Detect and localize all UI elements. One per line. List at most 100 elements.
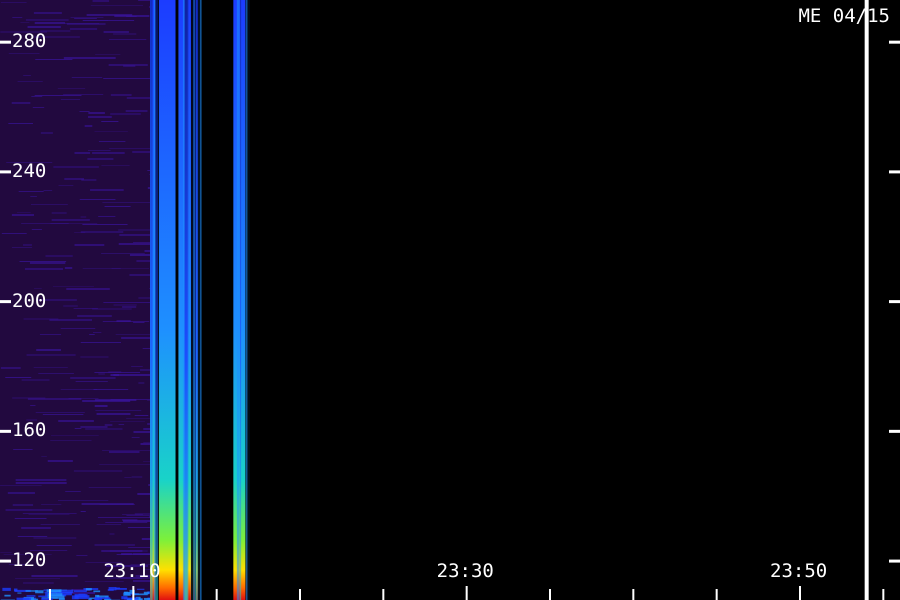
noise-streak <box>147 170 150 171</box>
y-tick-left <box>0 170 11 174</box>
noise-streak <box>103 302 150 303</box>
noise-streak <box>92 0 110 2</box>
noise-streak <box>38 373 74 374</box>
noise-streak <box>33 537 77 539</box>
noise-streak <box>66 288 110 290</box>
noise-streak <box>75 381 108 382</box>
noise-streak <box>31 96 43 97</box>
noise-streak <box>133 242 150 243</box>
noise-streak <box>12 397 46 399</box>
noise-streak <box>131 366 143 367</box>
noise-streak <box>74 152 91 154</box>
noise-streak <box>15 578 61 579</box>
noise-streak <box>19 261 67 262</box>
noise-streak <box>28 514 70 515</box>
noise-streak <box>139 369 150 371</box>
burst-2 <box>233 0 252 600</box>
noise-streak <box>92 332 102 333</box>
noise-streak <box>40 524 80 525</box>
noise-streak <box>23 244 32 246</box>
noise-streak <box>26 354 76 356</box>
noise-streak <box>113 374 120 376</box>
noise-low-band <box>85 588 92 591</box>
noise-streak <box>73 470 123 472</box>
noise-streak <box>0 2 27 3</box>
noise-streak <box>128 547 150 548</box>
noise-streak <box>143 428 150 430</box>
burst-striation <box>240 0 242 600</box>
noise-streak <box>36 545 72 546</box>
noise-streak <box>138 382 145 384</box>
noise-streak <box>88 150 111 151</box>
noise-streak <box>119 234 150 236</box>
x-tick <box>799 586 801 600</box>
y-tick-right <box>889 559 900 563</box>
x-tick <box>632 589 635 600</box>
noise-streak <box>76 555 88 556</box>
noise-streak <box>34 288 42 289</box>
noise-low-band <box>133 593 148 596</box>
noise-streak <box>25 19 69 21</box>
noise-streak <box>17 212 31 213</box>
noise-streak <box>109 550 148 552</box>
noise-streak <box>39 334 62 335</box>
noise-streak <box>102 450 150 451</box>
noise-streak <box>96 524 122 525</box>
noise-streak <box>90 5 144 6</box>
noise-streak <box>34 22 65 24</box>
x-tick-label: 23:30 <box>436 560 494 582</box>
noise-streak <box>138 297 150 299</box>
noise-streak <box>109 148 150 149</box>
spectrogram-plot <box>0 0 900 600</box>
noise-streak <box>36 349 61 351</box>
noise-low-band <box>96 597 111 599</box>
noise-streak <box>147 423 150 425</box>
noise-streak <box>88 487 132 488</box>
noise-streak <box>32 107 45 108</box>
noise-streak <box>116 554 150 555</box>
noise-streak <box>104 206 131 207</box>
noise-streak <box>97 517 150 518</box>
noise-streak <box>99 20 109 21</box>
noise-streak <box>80 342 122 343</box>
noise-streak <box>82 400 131 402</box>
noise-streak <box>27 26 61 28</box>
noise-streak <box>87 158 114 160</box>
noise-low-band <box>93 590 101 593</box>
y-tick-right <box>889 170 900 174</box>
noise-streak <box>22 513 77 514</box>
noise-low-band <box>107 589 114 591</box>
x-tick <box>465 586 468 600</box>
noise-streak <box>96 413 131 415</box>
noise-streak <box>60 389 98 390</box>
noise-streak <box>20 22 30 23</box>
noise-streak <box>63 57 116 59</box>
noise-streak <box>126 97 150 99</box>
noise-streak <box>7 492 35 494</box>
noise-streak <box>80 511 86 512</box>
station-date-label: ME 04/15 <box>798 5 890 27</box>
noise-streak <box>12 17 23 18</box>
burst-striation <box>247 0 251 600</box>
noise-streak <box>102 321 150 322</box>
noise-streak <box>88 112 105 114</box>
noise-streak <box>133 322 145 323</box>
noise-streak <box>118 229 150 231</box>
noise-streak <box>103 31 129 33</box>
noise-streak <box>121 337 150 339</box>
noise-streak <box>34 95 82 96</box>
x-tick <box>49 589 51 600</box>
noise-streak <box>126 418 150 419</box>
noise-streak <box>50 440 92 441</box>
x-tick-label: 23:50 <box>770 560 828 582</box>
noise-streak <box>81 179 97 181</box>
noise-streak <box>57 88 86 89</box>
y-tick-right <box>889 40 900 44</box>
noise-low-band <box>38 595 49 598</box>
y-tick-label: 240 <box>12 159 47 182</box>
noise-streak <box>47 460 73 462</box>
noise-streak <box>101 253 145 254</box>
noise-streak <box>11 102 31 104</box>
x-tick <box>132 586 135 600</box>
noise-streak <box>33 12 62 14</box>
